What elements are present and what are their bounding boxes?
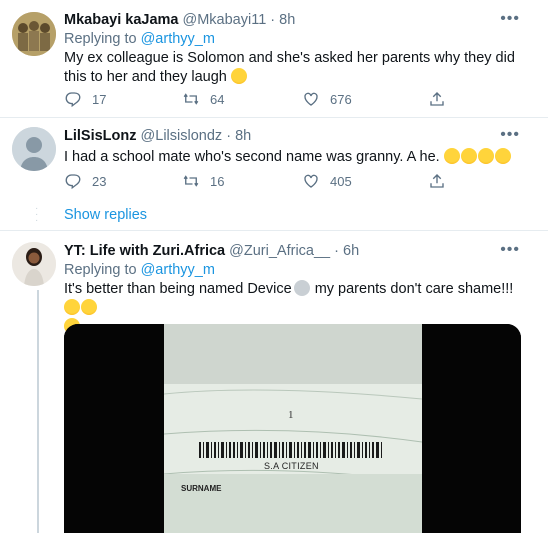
replying-to-link[interactable]: @arthyy_m (141, 262, 215, 278)
rofl-emoji (477, 148, 494, 164)
avatar-image (12, 12, 56, 56)
like-icon (304, 174, 318, 188)
barcode (199, 442, 382, 458)
tweet-media[interactable]: 1 S.A CITIZEN SURNAME (64, 324, 521, 533)
tweet-header: Mkabayi kaJama @Mkabayi11 · 8h (64, 12, 296, 28)
like-count: 676 (330, 91, 352, 107)
retweet-count: 16 (210, 173, 225, 189)
tweet-actions: 23 16 405 (64, 172, 474, 192)
unamused-emoji (81, 299, 97, 315)
tweet-zuri-africa[interactable]: YT: Life with Zuri.Africa @Zuri_Africa__… (0, 231, 548, 533)
timestamp[interactable]: 8h (235, 128, 251, 144)
default-avatar-icon (12, 127, 56, 171)
tweet-header: LilSisLonz @Lilsislondz · 8h (64, 128, 252, 144)
handle[interactable]: @Mkabayi11 (183, 12, 267, 28)
id-barcode-label: S.A CITIZEN (264, 461, 319, 471)
replying-to: Replying to @arthyy_m (64, 31, 215, 47)
rofl-emoji (460, 148, 477, 164)
tweet-text: My ex colleague is Solomon and she's ask… (64, 50, 515, 85)
avatar[interactable] (12, 12, 56, 56)
avatar[interactable] (12, 127, 56, 171)
more-icon[interactable]: ••• (500, 127, 520, 143)
timestamp[interactable]: 6h (343, 243, 359, 259)
laughing-emoji (230, 68, 247, 84)
retweet-icon (183, 93, 199, 105)
share-icon (430, 174, 444, 188)
avatar[interactable] (12, 242, 56, 286)
more-icon[interactable]: ••• (500, 11, 520, 27)
like-button[interactable]: 676 (302, 90, 352, 108)
id-page-number: 1 (288, 409, 294, 421)
retweet-icon (183, 175, 199, 187)
retweet-button[interactable]: 16 (182, 172, 224, 190)
tweet-actions: 17 64 676 (64, 90, 474, 110)
like-button[interactable]: 405 (302, 172, 352, 190)
timestamp[interactable]: 8h (279, 12, 295, 28)
show-replies-link[interactable]: Show replies (64, 207, 147, 223)
display-name[interactable]: Mkabayi kaJama (64, 12, 178, 28)
skull-emoji (293, 280, 310, 296)
more-icon[interactable]: ••• (500, 242, 520, 258)
like-icon (304, 92, 318, 106)
retweet-count: 64 (210, 91, 225, 107)
thread-line (37, 290, 39, 533)
reply-button[interactable]: 23 (64, 172, 106, 190)
avatar-image (12, 242, 56, 286)
display-name[interactable]: LilSisLonz (64, 128, 137, 144)
share-button[interactable] (428, 172, 446, 190)
thread-dots: · · · (35, 203, 39, 226)
reply-count: 17 (92, 91, 107, 107)
id-document-photo (64, 324, 521, 533)
like-count: 405 (330, 173, 352, 189)
tweet-text: I had a school mate who's second name wa… (64, 148, 529, 167)
reply-count: 23 (92, 173, 107, 189)
tweet-header: YT: Life with Zuri.Africa @Zuri_Africa__… (64, 243, 360, 259)
reply-icon (65, 174, 81, 190)
retweet-button[interactable]: 64 (182, 90, 224, 108)
rofl-emoji (494, 148, 511, 164)
display-name[interactable]: YT: Life with Zuri.Africa (64, 243, 225, 259)
handle[interactable]: @Zuri_Africa__ (229, 243, 330, 259)
tweet-mkabayi[interactable]: Mkabayi kaJama @Mkabayi11 · 8h ••• Reply… (0, 0, 548, 118)
share-button[interactable] (428, 90, 446, 108)
reply-icon (65, 92, 81, 108)
replying-to-link[interactable]: @arthyy_m (141, 31, 215, 47)
rofl-emoji (443, 148, 460, 164)
reply-button[interactable]: 17 (64, 90, 106, 108)
id-field-label: SURNAME (181, 484, 222, 493)
share-icon (430, 92, 444, 106)
unamused-emoji (64, 299, 80, 315)
tweet-lilsislonz[interactable]: LilSisLonz @Lilsislondz · 8h ••• I had a… (0, 117, 548, 197)
replying-to: Replying to @arthyy_m (64, 262, 215, 278)
handle[interactable]: @Lilsislondz (141, 128, 223, 144)
